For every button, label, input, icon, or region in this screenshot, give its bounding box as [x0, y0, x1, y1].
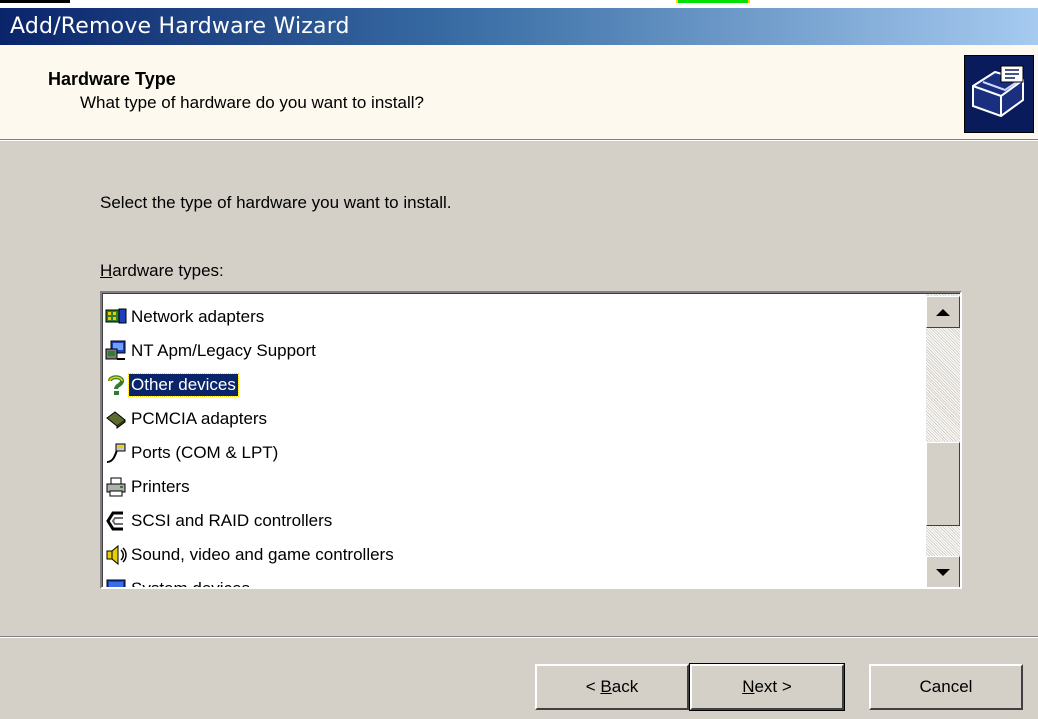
- list-item-printers[interactable]: Printers: [105, 470, 925, 504]
- question-mark-icon: [105, 374, 127, 396]
- list-item-system-devices[interactable]: System devices: [105, 572, 925, 589]
- list-item-scsi-raid[interactable]: SCSI and RAID controllers: [105, 504, 925, 538]
- next-button[interactable]: Next >: [689, 663, 845, 711]
- next-button-label: ext >: [754, 677, 792, 696]
- wizard-window: Add/Remove Hardware Wizard Hardware Type…: [0, 8, 1038, 719]
- next-button-accelerator: N: [742, 677, 755, 696]
- hardware-types-listbox[interactable]: Network adapters NT Apm/Legacy Support O…: [100, 291, 962, 589]
- network-adapter-icon: [105, 306, 127, 328]
- page-title: Hardware Type: [48, 69, 176, 89]
- wizard-header: Hardware Type What type of hardware do y…: [0, 45, 1038, 140]
- top-strip: [0, 0, 1038, 8]
- list-item-label: Other devices: [128, 373, 239, 397]
- scrollbar-thumb[interactable]: [926, 442, 960, 526]
- list-item-label: PCMCIA adapters: [131, 409, 268, 428]
- cancel-button-label: Cancel: [919, 677, 973, 696]
- hardware-types-label-text: ardware types:: [112, 261, 224, 280]
- instruction-text: Select the type of hardware you want to …: [100, 193, 452, 212]
- list-item-label: Sound, video and game controllers: [131, 545, 394, 564]
- system-device-icon: [105, 578, 127, 587]
- list-item-label: Printers: [131, 477, 190, 496]
- listbox-scrollbar[interactable]: [926, 294, 960, 587]
- pcmcia-icon: [105, 408, 127, 430]
- top-strip-dark-segment: [0, 0, 70, 3]
- list-item-ports[interactable]: Ports (COM & LPT): [105, 436, 925, 470]
- arrow-down-icon: [936, 568, 950, 576]
- list-item-label: Ports (COM & LPT): [131, 443, 279, 462]
- back-button-arrow: <: [585, 677, 601, 696]
- scroll-up-button[interactable]: [926, 296, 960, 328]
- hardware-types-label-accelerator: H: [100, 261, 113, 280]
- hardware-types-label: Hardware types:: [100, 261, 224, 281]
- top-strip-green-segment: [676, 0, 750, 3]
- printer-icon: [105, 476, 127, 498]
- hardware-types-list: Network adapters NT Apm/Legacy Support O…: [105, 300, 925, 589]
- arrow-up-icon: [936, 308, 950, 316]
- back-button-accelerator: B: [600, 677, 612, 696]
- page-subtitle: What type of hardware do you want to ins…: [80, 93, 424, 112]
- list-item-label: System devices: [131, 579, 251, 589]
- scroll-down-button[interactable]: [926, 556, 960, 587]
- port-icon: [105, 442, 127, 464]
- footer-separator: [0, 636, 1038, 638]
- title-bar[interactable]: Add/Remove Hardware Wizard: [0, 8, 1038, 45]
- scsi-icon: [105, 510, 127, 532]
- listbox-inner: Network adapters NT Apm/Legacy Support O…: [102, 293, 960, 587]
- window-title: Add/Remove Hardware Wizard: [10, 14, 350, 39]
- legacy-support-icon: [105, 340, 127, 362]
- back-button[interactable]: < Back: [535, 664, 689, 710]
- cancel-button[interactable]: Cancel: [869, 664, 1023, 710]
- list-item-pcmcia-adapters[interactable]: PCMCIA adapters: [105, 402, 925, 436]
- list-item-label: NT Apm/Legacy Support: [131, 341, 316, 360]
- hardware-wizard-icon: [964, 55, 1034, 133]
- list-item-other-devices[interactable]: Other devices: [105, 368, 925, 402]
- back-button-label: ack: [611, 677, 639, 696]
- list-item-nt-apm-legacy[interactable]: NT Apm/Legacy Support: [105, 334, 925, 368]
- list-item-sound-video-game[interactable]: Sound, video and game controllers: [105, 538, 925, 572]
- list-item-label: SCSI and RAID controllers: [131, 511, 333, 530]
- header-divider: [0, 140, 1038, 141]
- speaker-icon: [105, 544, 127, 566]
- list-item-network-adapters[interactable]: Network adapters: [105, 300, 925, 334]
- screen: Add/Remove Hardware Wizard Hardware Type…: [0, 0, 1038, 719]
- list-item-label: Network adapters: [131, 307, 265, 326]
